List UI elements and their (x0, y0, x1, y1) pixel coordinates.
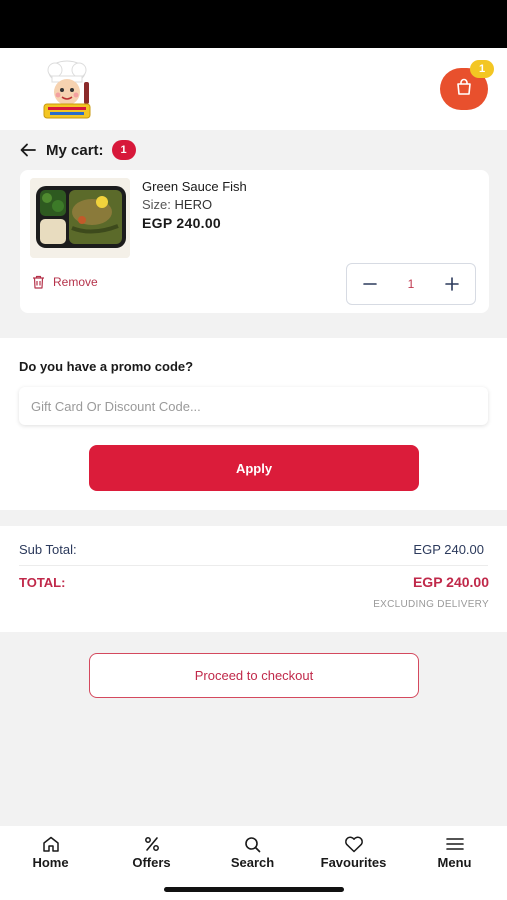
nav-label-menu: Menu (437, 855, 472, 870)
cart-section: My cart: 1 Green Sauce Fish Size: HERO E… (0, 130, 507, 335)
app-header: 1 (0, 48, 507, 130)
chef-mascot-logo[interactable] (40, 58, 94, 122)
nav-label-offers: Offers (132, 855, 171, 870)
promo-question: Do you have a promo code? (19, 359, 194, 374)
nav-item-home[interactable]: Home (0, 835, 101, 870)
quantity-stepper: 1 (346, 263, 476, 305)
product-price: EGP 240.00 (142, 215, 222, 231)
cart-item-card: Green Sauce Fish Size: HERO EGP 240.00 R… (20, 170, 489, 313)
back-arrow-icon[interactable] (20, 141, 38, 159)
size-label: Size: (142, 197, 171, 212)
nav-label-home: Home (32, 855, 69, 870)
proceed-to-checkout-button[interactable]: Proceed to checkout (89, 653, 419, 698)
decrease-quantity-button[interactable] (361, 275, 379, 293)
percent-icon (142, 835, 162, 853)
product-size: Size: HERO (142, 197, 212, 212)
cart-items-count-badge: 1 (111, 140, 136, 160)
remove-item-button[interactable]: Remove (32, 275, 98, 289)
subtotal-label: Sub Total: (19, 542, 77, 557)
product-image (30, 178, 130, 258)
cart-title-row: My cart: 1 (20, 138, 136, 162)
heart-icon (344, 835, 364, 853)
home-indicator (164, 887, 344, 892)
nav-item-search[interactable]: Search (202, 835, 303, 870)
apply-promo-button[interactable]: Apply (89, 445, 419, 491)
divider (19, 565, 488, 566)
cart-count-badge: 1 (470, 60, 494, 78)
nav-label-search: Search (230, 855, 275, 870)
trash-icon (32, 275, 46, 289)
status-bar (0, 0, 507, 48)
shopping-bag-icon (454, 77, 474, 102)
nav-label-favourites: Favourites (320, 855, 387, 870)
nav-item-menu[interactable]: Menu (404, 835, 505, 870)
cart-title: My cart: (46, 141, 104, 159)
product-name: Green Sauce Fish (142, 179, 247, 194)
home-icon (41, 835, 61, 853)
plus-icon (445, 277, 459, 291)
menu-icon (445, 835, 465, 853)
total-value: EGP 240.00 (412, 574, 489, 590)
promo-section: Do you have a promo code? Apply (0, 338, 507, 510)
size-value: HERO (174, 197, 213, 212)
remove-label: Remove (53, 275, 98, 289)
promo-code-input[interactable] (19, 387, 488, 425)
nav-item-favourites[interactable]: Favourites (303, 835, 404, 870)
increase-quantity-button[interactable] (443, 275, 461, 293)
order-totals: Sub Total: EGP 240.00 TOTAL: EGP 240.00 … (0, 526, 507, 632)
minus-icon (363, 283, 377, 285)
subtotal-value: EGP 240.00 (413, 542, 484, 557)
nav-item-offers[interactable]: Offers (101, 835, 202, 870)
search-icon (243, 835, 263, 853)
total-label: TOTAL: (19, 575, 66, 590)
quantity-value: 1 (407, 277, 415, 291)
excluding-delivery-note: EXCLUDING DELIVERY (373, 599, 489, 610)
